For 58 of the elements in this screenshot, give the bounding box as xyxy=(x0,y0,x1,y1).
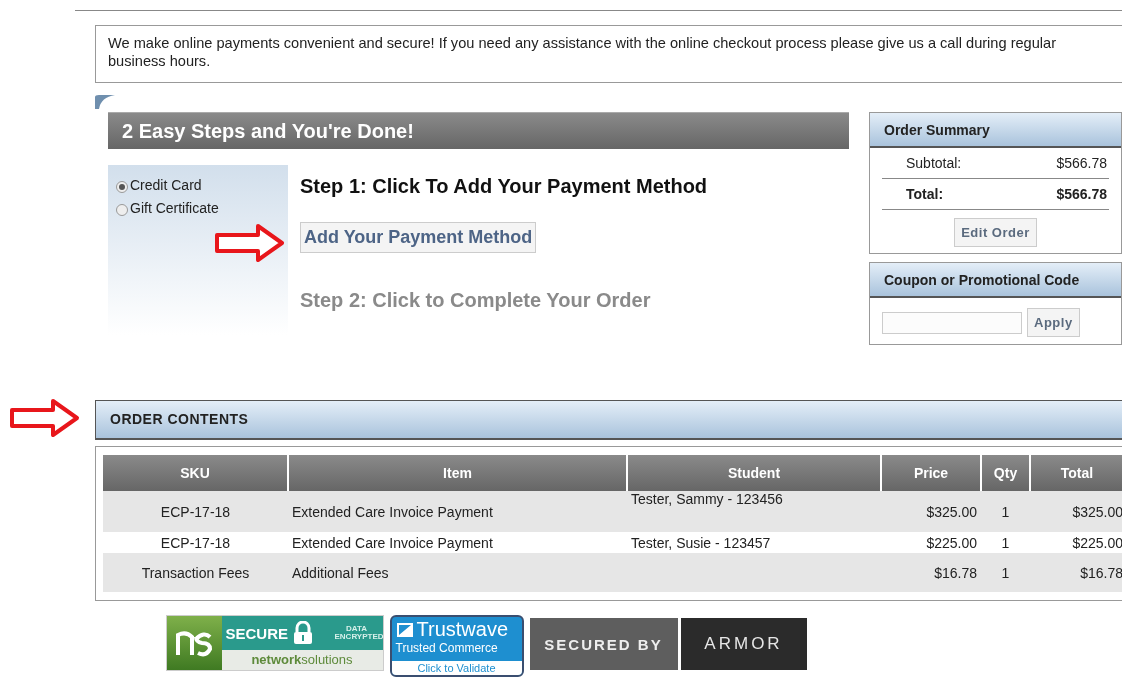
table-cell: $225.00 xyxy=(926,534,977,551)
table-cell: $325.00 xyxy=(1072,503,1122,520)
seal-text: Trusted Commerce xyxy=(394,641,499,655)
table-cell: Additional Fees xyxy=(292,564,389,581)
table-cell: $325.00 xyxy=(926,503,977,520)
radio-button[interactable] xyxy=(116,181,128,193)
seal-text: SECURE xyxy=(225,624,288,642)
seal-brand: ARMOR xyxy=(680,618,807,670)
summary-label: Subtotal: xyxy=(906,155,962,171)
summary-label: Total: xyxy=(906,186,944,202)
padlock-icon xyxy=(292,621,314,645)
column-header: Student xyxy=(627,455,881,491)
column-header: Qty xyxy=(981,455,1030,491)
column-header: Price xyxy=(881,455,981,491)
table-cell: 1 xyxy=(1001,503,1010,520)
table-cell: $16.78 xyxy=(1080,564,1122,581)
column-header: Total xyxy=(1030,455,1122,491)
validate-link[interactable]: Click to Validate xyxy=(391,661,522,675)
table-cell: ECP-17-18 xyxy=(160,503,231,520)
table-cell: Tester, Sammy - 123456 xyxy=(631,491,783,507)
seal-brand: networksolutions xyxy=(250,651,354,667)
radio-label[interactable]: Credit Card xyxy=(130,176,202,193)
notice-text: We make online payments convenient and secure! If you need any assistance with the online checkout process please give us a call during regular business hours. xyxy=(95,25,1122,83)
arrow-annotation xyxy=(9,398,81,438)
table-cell: $225.00 xyxy=(1072,534,1122,551)
table-cell: Extended Care Invoice Payment xyxy=(292,503,493,520)
column-header: SKU xyxy=(103,455,288,491)
table-cell: Tester, Susie - 123457 xyxy=(631,534,771,551)
ns-logo-icon xyxy=(166,616,222,670)
table-cell: ECP-17-18 xyxy=(160,534,231,551)
step-title: Step 2: Click to Complete Your Order xyxy=(300,289,652,312)
secure-seal[interactable]: SECURE DATA ENCRYPTED networksolutions xyxy=(165,615,384,671)
trustwave-seal[interactable]: Trustwave Trusted Commerce Click to Validate xyxy=(389,615,524,677)
steps-header: 2 Easy Steps and You're Done! xyxy=(108,112,849,149)
panel-title: Coupon or Promotional Code xyxy=(870,263,1121,298)
add-payment-method-button[interactable]: Add Your Payment Method xyxy=(300,222,537,253)
radio-label[interactable]: Gift Certificate xyxy=(130,199,219,216)
radio-button[interactable] xyxy=(116,204,128,216)
arrow-annotation xyxy=(214,223,286,263)
table-cell: 1 xyxy=(1001,534,1010,551)
table-cell: $16.78 xyxy=(934,564,977,581)
order-contents-header: ORDER CONTENTS xyxy=(95,400,1122,440)
flag-icon xyxy=(395,621,414,638)
table-cell: 1 xyxy=(1001,564,1010,581)
table-cell: Transaction Fees xyxy=(141,564,250,581)
edit-order-button[interactable]: Edit Order xyxy=(954,218,1037,247)
seal-brand: Trustwave xyxy=(416,618,508,641)
panel-title: Order Summary xyxy=(870,113,1121,148)
step-title: Step 1: Click To Add Your Payment Method xyxy=(300,175,708,198)
table-cell: Extended Care Invoice Payment xyxy=(292,534,493,551)
armor-seal[interactable]: SECURED BY ARMOR xyxy=(529,618,807,670)
seal-text: SECURED BY xyxy=(529,618,678,670)
summary-value: $566.78 xyxy=(1056,155,1107,171)
coupon-code-field[interactable] xyxy=(882,311,1022,334)
column-header: Item xyxy=(288,455,627,491)
apply-button[interactable]: Apply xyxy=(1027,308,1080,337)
summary-value: $566.78 xyxy=(1056,186,1107,202)
corner-mark-icon xyxy=(95,95,115,109)
